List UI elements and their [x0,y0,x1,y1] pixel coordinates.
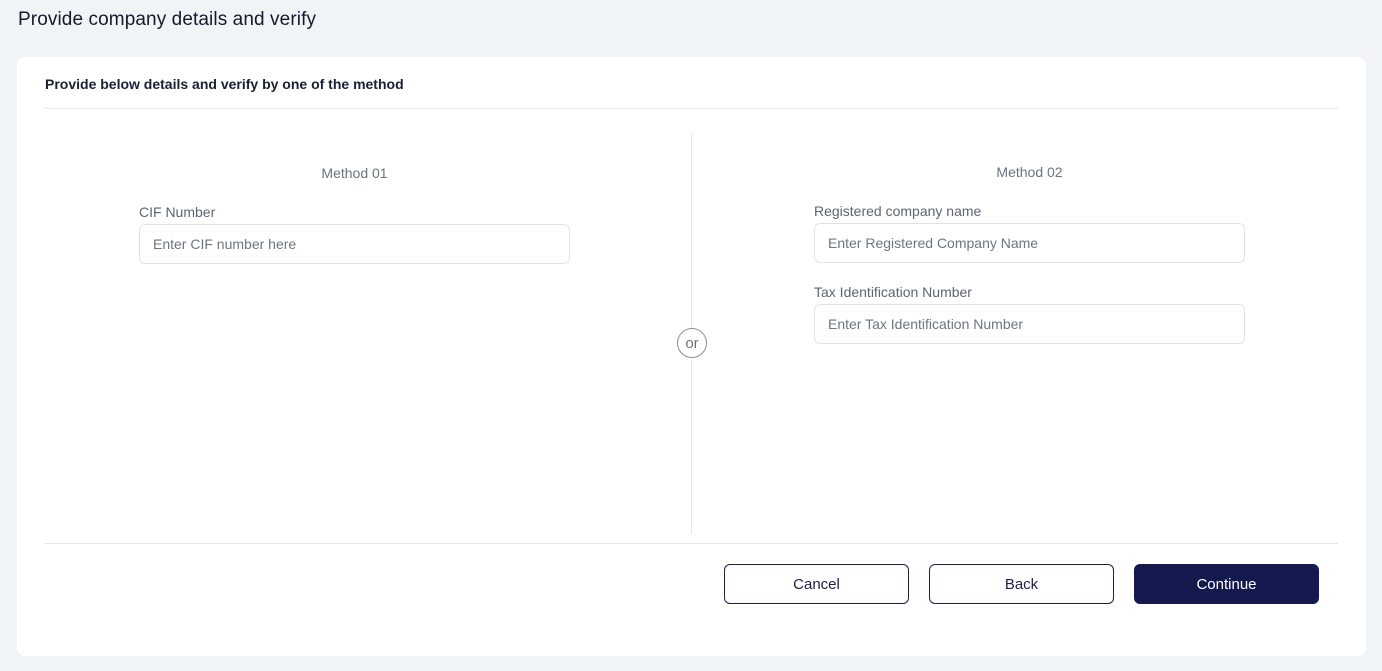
tax-id-label: Tax Identification Number [814,284,972,300]
cif-number-label: CIF Number [139,204,216,220]
back-button[interactable]: Back [929,564,1114,604]
continue-button[interactable]: Continue [1134,564,1319,604]
or-separator: or [677,328,707,358]
footer-divider [45,543,1338,544]
method-02-title: Method 02 [996,164,1063,180]
card-header: Provide below details and verify by one … [45,76,404,92]
cancel-button[interactable]: Cancel [724,564,909,604]
page-title: Provide company details and verify [18,9,317,30]
company-name-input[interactable] [814,223,1245,263]
header-divider [45,108,1338,109]
verification-card: Provide below details and verify by one … [17,57,1366,656]
method-01-title: Method 01 [321,165,388,181]
company-name-label: Registered company name [814,203,982,219]
tax-id-input[interactable] [814,304,1245,344]
cif-number-input[interactable] [139,224,570,264]
